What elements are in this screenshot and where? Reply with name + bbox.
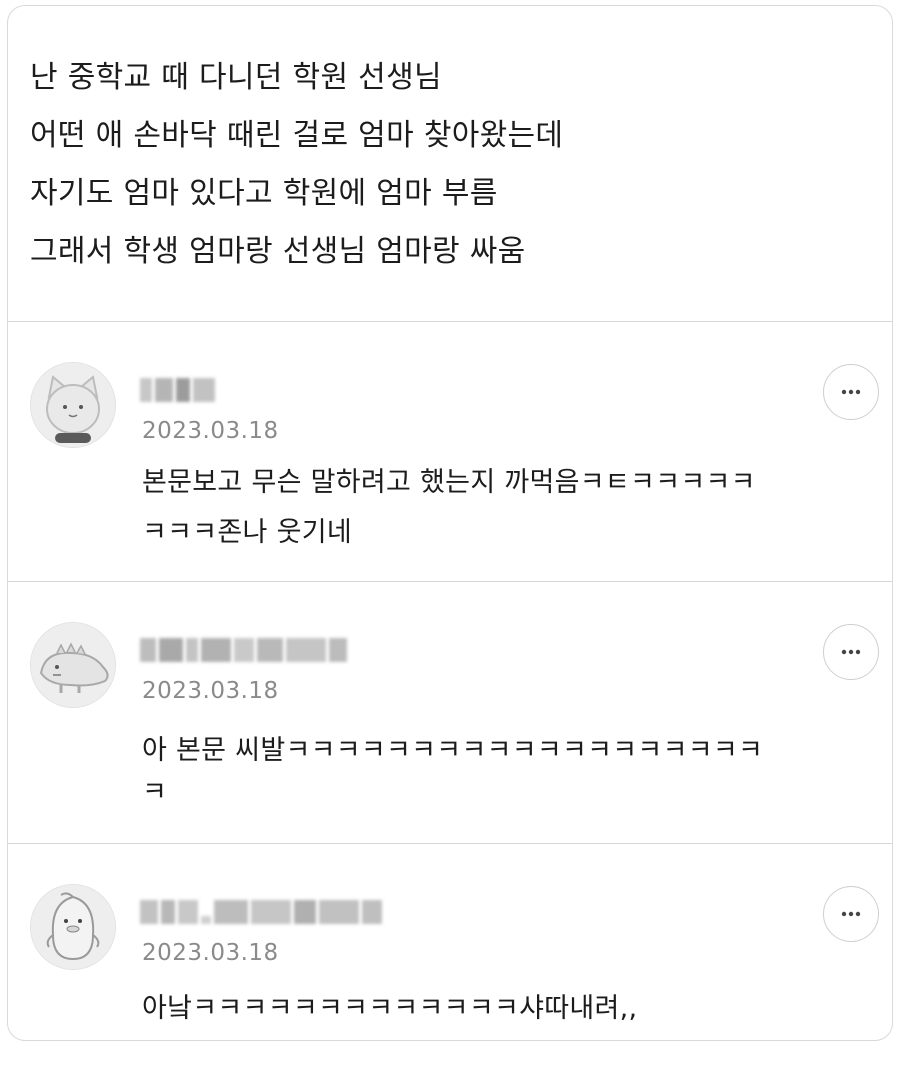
comment-item: 2023.03.18 본문보고 무슨 말하려고 했는지 까먹음ㅋㅌㅋㅋㅋㅋㅋ ㅋ… [8,322,892,582]
comment-item: 2023.03.18 아낰ㅋㅋㅋㅋㅋㅋㅋㅋㅋㅋㅋㅋㅋ샤따내려,, [8,844,892,1040]
comment-date: 2023.03.18 [142,678,279,704]
comment-text-line: 아낰ㅋㅋㅋㅋㅋㅋㅋㅋㅋㅋㅋㅋㅋ샤따내려,, [142,993,638,1024]
post-line: 자기도 엄마 있다고 학원에 엄마 부름 [30,176,498,211]
comment-item: 2023.03.18 아 본문 씨발ㅋㅋㅋㅋㅋㅋㅋㅋㅋㅋㅋㅋㅋㅋㅋㅋㅋㅋㅋ ㅋ [8,582,892,844]
dinosaur-avatar-icon[interactable] [30,622,116,708]
comment-text-line: 본문보고 무슨 말하려고 했는지 까먹음ㅋㅌㅋㅋㅋㅋㅋ [142,467,756,498]
comment-text-line: 아 본문 씨발ㅋㅋㅋㅋㅋㅋㅋㅋㅋㅋㅋㅋㅋㅋㅋㅋㅋㅋㅋ [142,735,764,766]
ellipsis-icon [841,649,861,655]
comment-text-line: ㅋㅋㅋ존나 웃기네 [142,517,353,548]
post-line: 그래서 학생 엄마랑 선생님 엄마랑 싸움 [30,234,526,269]
more-options-button[interactable] [823,364,879,420]
post-card: 난 중학교 때 다니던 학원 선생님 어떤 애 손바닥 때린 걸로 엄마 찾아왔… [7,5,893,1041]
username-blurred [140,635,347,665]
comment-date: 2023.03.18 [142,940,279,966]
username-blurred [140,897,382,927]
comment-date: 2023.03.18 [142,418,279,444]
more-options-button[interactable] [823,886,879,942]
post-line: 어떤 애 손바닥 때린 걸로 엄마 찾아왔는데 [30,118,564,153]
more-options-button[interactable] [823,624,879,680]
ellipsis-icon [841,389,861,395]
post-body: 난 중학교 때 다니던 학원 선생님 어떤 애 손바닥 때린 걸로 엄마 찾아왔… [8,6,892,322]
cat-avatar-icon[interactable] [30,362,116,448]
penguin-avatar-icon[interactable] [30,884,116,970]
post-line: 난 중학교 때 다니던 학원 선생님 [30,60,442,95]
username-blurred [140,375,215,405]
ellipsis-icon [841,911,861,917]
comment-text-line: ㅋ [142,777,168,808]
